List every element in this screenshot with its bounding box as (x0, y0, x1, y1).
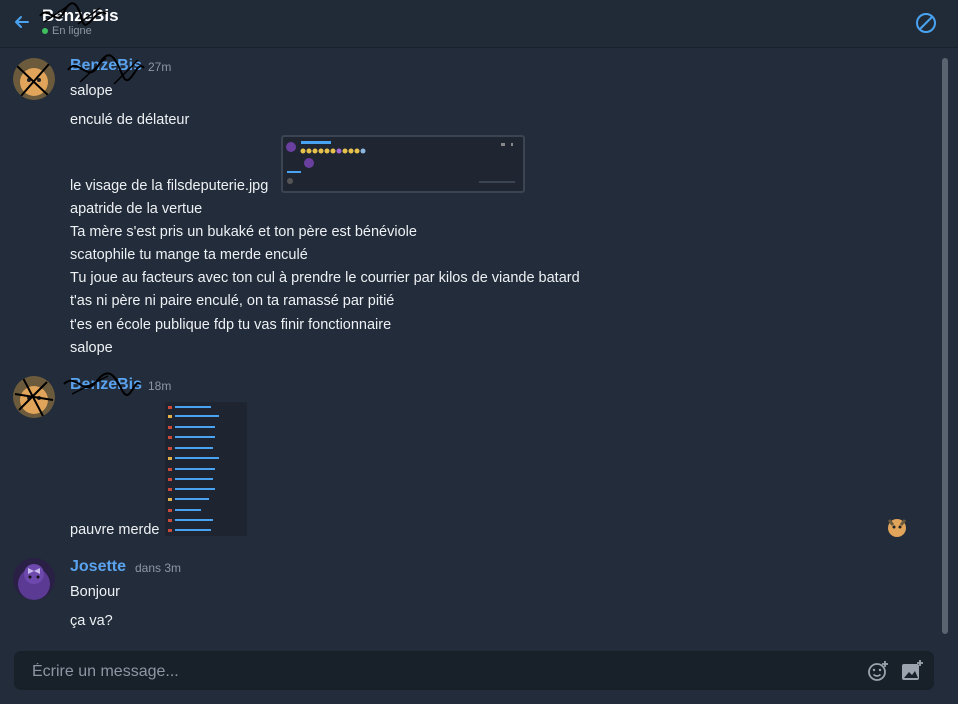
arrow-left-icon[interactable] (12, 12, 32, 32)
contact-name[interactable]: BenzeBis (42, 6, 119, 26)
image-attachment[interactable] (281, 135, 525, 193)
image-add-icon[interactable] (900, 659, 924, 683)
message-author[interactable]: BenzeBis (70, 57, 142, 75)
image-attachment[interactable] (165, 402, 247, 536)
message-author[interactable]: BenzeBis (70, 376, 142, 394)
message-text: Ta mère s'est pris un bukaké et ton père… (70, 224, 417, 240)
message-text: ça va? (70, 613, 113, 629)
message-input[interactable] (30, 651, 854, 692)
attachment-caption: le visage de la filsdeputerie.jpg (70, 178, 269, 194)
screenshot-thumbnail (286, 141, 515, 184)
message-text: salope (70, 83, 113, 99)
message-text: apatride de la vertue (70, 201, 203, 217)
message-text: Tu joue au facteurs avec ton cul à prend… (70, 270, 580, 286)
message-text: t'as ni père ni paire enculé, on ta rama… (70, 293, 395, 309)
online-indicator (42, 28, 48, 34)
message-text: Bonjour (70, 584, 120, 600)
emoji-add-icon[interactable] (866, 659, 890, 683)
message-text: scatophile tu mange ta merde enculé (70, 247, 308, 263)
seen-by-avatar (887, 519, 907, 537)
cat-avatar[interactable] (13, 376, 55, 418)
cat-avatar[interactable] (13, 58, 55, 100)
message-time: dans 3m (135, 561, 182, 575)
message-list[interactable]: BenzeBis 27m salope enculé de délateur l… (0, 48, 940, 644)
presence-status: En ligne (42, 25, 92, 37)
message-text: salope (70, 340, 113, 356)
message-author[interactable]: Josette (70, 558, 126, 576)
scrollbar[interactable] (942, 58, 948, 634)
status-text: En ligne (52, 25, 92, 37)
message-composer (14, 651, 934, 692)
message-text: pauvre merde (70, 522, 160, 538)
chat-header: BenzeBis En ligne (0, 0, 958, 48)
purple-character-avatar[interactable] (13, 558, 55, 600)
message-time: 18m (148, 379, 172, 393)
block-icon[interactable] (914, 11, 938, 35)
message-text: enculé de délateur (70, 112, 190, 128)
screenshot-thumbnail (168, 406, 219, 532)
message-text: t'es en école publique fdp tu vas finir … (70, 317, 392, 333)
message-time: 27m (148, 60, 172, 74)
